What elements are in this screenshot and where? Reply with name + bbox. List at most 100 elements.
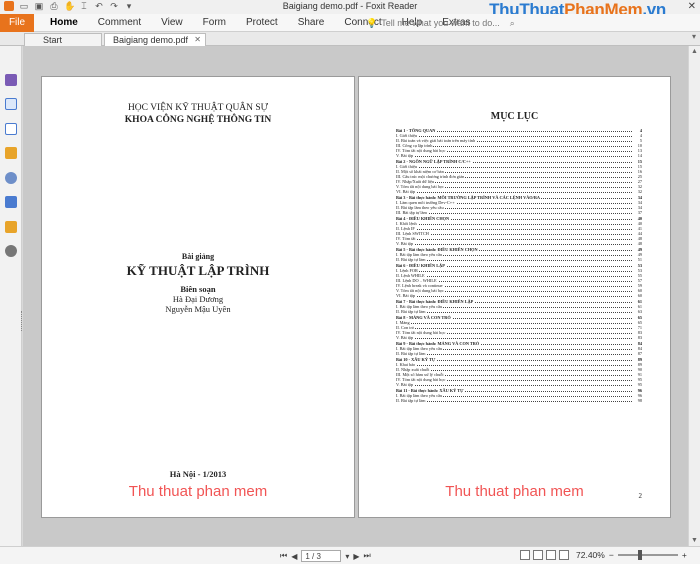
toc-entry[interactable]: V. Bài tập 14	[396, 153, 642, 158]
publication-date: Hà Nội - 1/2013	[169, 469, 227, 479]
page-number-input[interactable]: 1 / 3	[301, 550, 342, 562]
pages-icon[interactable]	[5, 98, 17, 110]
toc-entry[interactable]: VI. Bài tập 32	[396, 189, 642, 194]
toc-entry-title: III. Bài tập tự làm	[396, 210, 428, 215]
menu-home[interactable]: Home	[40, 14, 88, 32]
toc-entry-title: VI. Bài tập	[396, 293, 416, 298]
zoom-value[interactable]: 72.40%	[576, 550, 605, 560]
lock-icon[interactable]	[5, 221, 17, 233]
toc-leader	[396, 354, 632, 355]
toc-entry-page: 48	[636, 241, 642, 246]
toc-leader	[396, 239, 632, 240]
bookmark-icon[interactable]	[5, 74, 17, 86]
menu-share[interactable]: Share	[288, 14, 335, 32]
toc-leader	[396, 276, 632, 277]
tab-start[interactable]: Start	[24, 33, 102, 46]
file-menu-button[interactable]: File	[0, 13, 34, 32]
toc-entry[interactable]: II. Bài tập tự làm 87	[396, 351, 642, 356]
toc-entry-page: 60	[636, 293, 642, 298]
close-tab-icon[interactable]: ✕	[194, 34, 201, 46]
search-input[interactable]: Tell me what you want to do...	[381, 18, 500, 28]
tab-start-label: Start	[43, 35, 63, 45]
toc-entry-title: V. Bài tập	[396, 153, 414, 158]
toc-leader	[396, 229, 632, 230]
faculty-name: KHOA CÔNG NGHỆ THÔNG TIN	[124, 115, 272, 125]
layers-icon[interactable]	[5, 123, 17, 135]
page-cover: HỌC VIỆN KỸ THUẬT QUÂN SỰ KHOA CÔNG NGHỆ…	[41, 76, 355, 518]
tell-me-search[interactable]: 💡 Tell me what you want to do... ⌕	[366, 14, 515, 32]
lightbulb-icon: 💡	[366, 17, 378, 28]
security-icon[interactable]	[5, 196, 17, 208]
toc-entry-title: V. Bài tập	[396, 382, 414, 387]
menu-view[interactable]: View	[151, 14, 193, 32]
toc-entry-title: VI. Bài tập	[396, 189, 416, 194]
toc-entry-page: 83	[636, 335, 642, 340]
vertical-scrollbar[interactable]: ▲ ▼	[688, 46, 700, 546]
toc-leader	[396, 244, 632, 245]
zoom-slider-knob[interactable]	[637, 550, 642, 560]
navigation-panel	[0, 46, 24, 546]
prev-page-icon[interactable]: ◀	[291, 552, 297, 561]
institute-name: HỌC VIỆN KỸ THUẬT QUÂN SỰ	[127, 103, 269, 113]
continuous-facing-view-icon[interactable]	[559, 550, 569, 560]
editor-name: Hà Đại Dương	[172, 294, 224, 304]
toc-entry[interactable]: V. Bài tập 95	[396, 382, 642, 387]
toc-entry[interactable]: V. Bài tập 48	[396, 241, 642, 246]
tab-baigiang-demo[interactable]: Baigiang demo.pdf ✕	[104, 33, 206, 46]
toc-leader	[396, 365, 632, 366]
menu-protect[interactable]: Protect	[236, 14, 288, 32]
toc-entry-title: II. Bài tập tự làm	[396, 257, 427, 262]
single-page-view-icon[interactable]	[520, 550, 530, 560]
tab-baigiang-label: Baigiang demo.pdf	[113, 35, 189, 45]
signature-icon[interactable]	[5, 245, 17, 257]
menu-form[interactable]: Form	[193, 14, 236, 32]
toc-leader	[396, 385, 632, 386]
toc-entry-page: 98	[636, 398, 642, 403]
lecture-label: Bài giảng	[181, 252, 215, 261]
toc-entry-page: 37	[636, 210, 642, 215]
page-dropdown-icon[interactable]: ▾	[345, 552, 349, 561]
toc-entry[interactable]: V. Bài tập 83	[396, 335, 642, 340]
toc-leader	[396, 323, 632, 324]
toc-entry[interactable]: II. Bài tập tự làm 63	[396, 309, 642, 314]
toc-leader	[396, 338, 632, 339]
last-page-icon[interactable]: ⏭	[364, 551, 371, 561]
attachments-icon[interactable]	[5, 172, 17, 184]
zoom-in-icon[interactable]: +	[682, 550, 687, 560]
zoom-slider[interactable]	[617, 550, 678, 560]
zoom-control: 72.40% − +	[576, 550, 687, 560]
page-navigation: ⏮ ◀ 1 / 3 ▾ ▶ ⏭	[280, 550, 371, 562]
continuous-view-icon[interactable]	[533, 550, 543, 560]
first-page-icon[interactable]: ⏮	[280, 551, 287, 561]
title-bar: ▭ ▣ ⎙ ✋ ⌶ ↶ ↷ ▾ Baigiang demo.pdf - Foxi…	[0, 0, 700, 19]
toc-entry[interactable]: II. Bài tập tự làm 98	[396, 398, 642, 403]
toc-entry-title: V. Bài tập	[396, 335, 414, 340]
toc-leader	[396, 224, 632, 225]
menu-comment[interactable]: Comment	[88, 14, 151, 32]
toc-leader	[396, 328, 632, 329]
facing-view-icon[interactable]	[546, 550, 556, 560]
next-page-icon[interactable]: ▶	[353, 552, 359, 561]
scroll-down-icon[interactable]: ▼	[691, 537, 698, 544]
view-mode-buttons	[520, 550, 569, 560]
toc-entry-page: 87	[636, 351, 642, 356]
status-bar: ⏮ ◀ 1 / 3 ▾ ▶ ⏭ 72.40% − +	[0, 546, 700, 564]
toc-entry[interactable]: VI. Bài tập 60	[396, 293, 642, 298]
toc-leader	[396, 213, 632, 214]
toc-entry-page: 95	[636, 382, 642, 387]
toc-entry[interactable]: II. Bài tập tự làm 51	[396, 257, 642, 262]
search-icon[interactable]: ⌕	[510, 18, 515, 29]
zoom-out-icon[interactable]: −	[609, 550, 614, 560]
close-window-icon[interactable]: ✕	[688, 1, 696, 12]
ribbon-menu: File Home Comment View Form Protect Shar…	[0, 13, 700, 32]
scroll-up-icon[interactable]: ▲	[691, 48, 698, 55]
toc-leader	[396, 156, 632, 157]
toc-leader	[396, 260, 632, 261]
comments-icon[interactable]	[5, 147, 17, 159]
window-controls: ✕	[688, 1, 696, 12]
tabs-chevron-icon[interactable]: ▾	[692, 32, 696, 41]
toc-leader	[396, 296, 632, 297]
toc-entry-page: 51	[636, 257, 642, 262]
toc-entry[interactable]: III. Bài tập tự làm 37	[396, 210, 642, 215]
toc-leader	[396, 370, 632, 371]
